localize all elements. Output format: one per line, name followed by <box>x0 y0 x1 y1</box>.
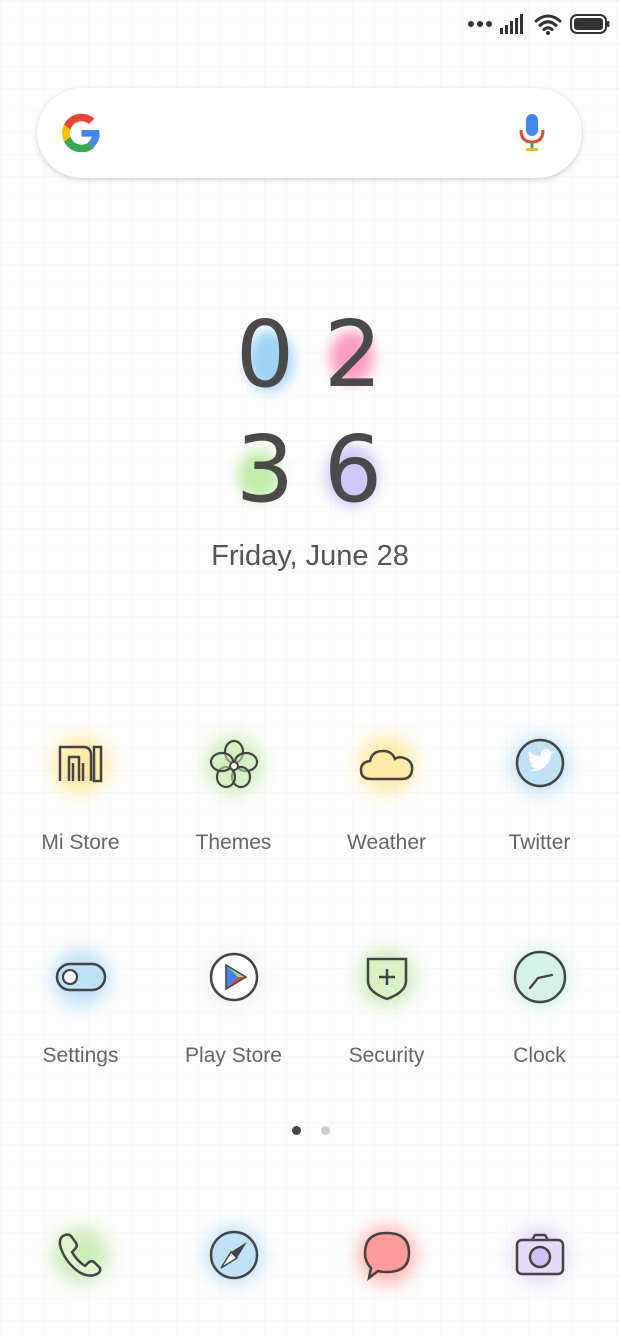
page-dot-active[interactable] <box>292 1126 301 1135</box>
status-bar <box>468 10 610 38</box>
google-search-bar[interactable] <box>37 88 582 178</box>
app-label: Settings <box>42 1044 119 1067</box>
app-label: Themes <box>195 831 272 854</box>
message-icon <box>363 1231 410 1282</box>
compass-icon <box>209 1230 258 1280</box>
app-label: Twitter <box>508 831 571 854</box>
app-twitter[interactable]: Twitter <box>463 725 616 855</box>
app-label: Play Store <box>185 1044 282 1067</box>
wifi-icon <box>534 14 562 35</box>
app-clock[interactable]: Clock <box>463 938 616 1068</box>
battery-icon <box>570 14 610 34</box>
microphone-icon[interactable] <box>518 112 546 154</box>
clock-hour-tens: 0 <box>235 301 295 408</box>
clock-minutes-row: 3 6 <box>0 420 620 520</box>
app-label: Security <box>348 1044 425 1067</box>
mi-store-icon <box>58 745 102 783</box>
dock-browser[interactable] <box>157 1215 310 1295</box>
camera-icon <box>515 1233 564 1276</box>
clock-icon <box>513 950 566 1004</box>
twitter-bird-icon <box>515 738 564 788</box>
clock-minute-ones: 6 <box>323 416 383 523</box>
clock-minute-tens: 3 <box>235 416 295 523</box>
app-label: Mi Store <box>41 831 120 854</box>
app-security[interactable]: Security <box>310 938 463 1068</box>
dock-camera[interactable] <box>463 1215 616 1295</box>
dock-messages[interactable] <box>310 1215 463 1295</box>
clock-hours-row: 0 2 <box>0 305 620 405</box>
dock-phone[interactable] <box>4 1215 157 1295</box>
play-triangle-icon <box>209 952 258 1002</box>
page-dot[interactable] <box>321 1126 330 1135</box>
app-label: Clock <box>513 1044 566 1067</box>
clock-hour-ones: 2 <box>323 301 383 408</box>
app-label: Weather <box>347 831 426 854</box>
phone-icon <box>58 1233 101 1277</box>
signal-icon <box>500 14 523 34</box>
toggle-icon <box>55 962 106 992</box>
more-dots-icon <box>468 21 492 27</box>
google-logo-icon <box>62 113 100 153</box>
app-settings[interactable]: Settings <box>4 938 157 1068</box>
shield-icon <box>366 957 407 1001</box>
date-label: Friday, June 28 <box>211 540 409 572</box>
page-indicator[interactable] <box>292 1126 330 1135</box>
flower-icon <box>209 739 258 789</box>
app-weather[interactable]: Weather <box>310 725 463 855</box>
app-themes[interactable]: Themes <box>157 725 310 855</box>
app-play-store[interactable]: Play Store <box>157 938 310 1068</box>
app-mi-store[interactable]: Mi Store <box>4 725 157 855</box>
cloud-icon <box>359 749 413 781</box>
